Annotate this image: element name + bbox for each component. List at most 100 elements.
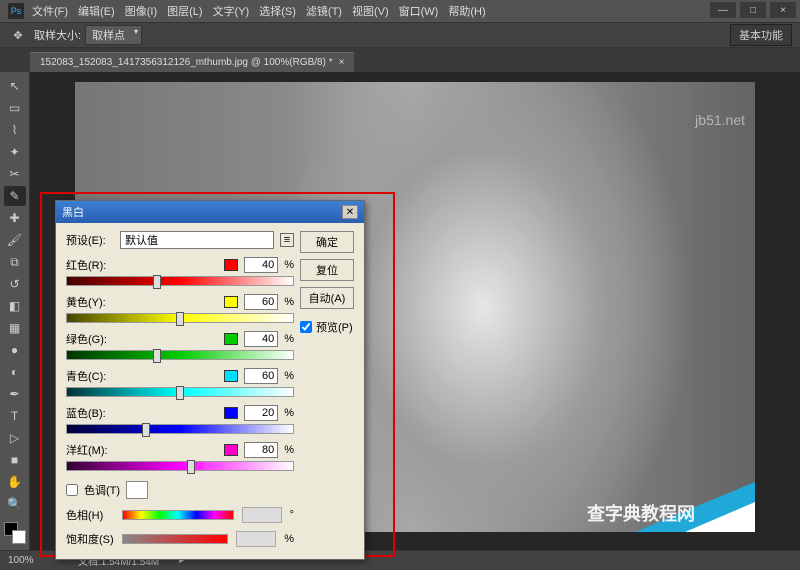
hue-slider[interactable]	[122, 510, 234, 520]
color-label: 蓝色(B):	[66, 405, 106, 421]
dialog-titlebar[interactable]: 黑白 ✕	[56, 201, 364, 223]
tint-checkbox[interactable]	[66, 484, 78, 496]
document-tabbar: 152083_152083_1417356312126_mthumb.jpg @…	[0, 48, 800, 72]
marquee-tool-icon[interactable]: ▭	[4, 98, 26, 118]
color-slider[interactable]	[66, 387, 294, 397]
color-swatch[interactable]	[224, 444, 238, 456]
color-swatch[interactable]	[224, 370, 238, 382]
percent-label: %	[284, 333, 294, 345]
auto-button[interactable]: 自动(A)	[300, 287, 354, 309]
gradient-tool-icon[interactable]: ▦	[4, 318, 26, 338]
slider-thumb[interactable]	[142, 423, 150, 437]
menu-item[interactable]: 图像(I)	[125, 3, 157, 19]
move-tool-icon[interactable]: ↖	[4, 76, 26, 96]
preset-label: 预设(E):	[66, 232, 114, 248]
color-value-input[interactable]	[244, 294, 278, 310]
watermark-small: jb51.net	[695, 112, 745, 128]
color-swatch[interactable]	[224, 296, 238, 308]
color-row: 黄色(Y): %	[66, 294, 294, 323]
percent-label: %	[284, 444, 294, 456]
tab-close-icon[interactable]: ×	[339, 57, 345, 68]
dialog-close-icon[interactable]: ✕	[342, 205, 358, 219]
blur-tool-icon[interactable]: ●	[4, 340, 26, 360]
menu-item[interactable]: 选择(S)	[259, 3, 296, 19]
color-slider[interactable]	[66, 350, 294, 360]
zoom-tool-icon[interactable]: 🔍	[4, 494, 26, 514]
hand-tool-icon[interactable]: ✋	[4, 472, 26, 492]
slider-thumb[interactable]	[153, 349, 161, 363]
color-slider[interactable]	[66, 461, 294, 471]
color-value-input[interactable]	[244, 257, 278, 273]
menu-item[interactable]: 滤镜(T)	[306, 3, 342, 19]
background-color[interactable]	[12, 530, 26, 544]
close-button[interactable]: ×	[770, 2, 796, 18]
color-value-input[interactable]	[244, 331, 278, 347]
slider-thumb[interactable]	[176, 312, 184, 326]
heal-tool-icon[interactable]: ✚	[4, 208, 26, 228]
percent-label: %	[284, 296, 294, 308]
menu-item[interactable]: 窗口(W)	[399, 3, 439, 19]
preset-dropdown[interactable]	[120, 231, 274, 249]
preview-checkbox[interactable]	[300, 321, 312, 333]
color-value-input[interactable]	[244, 405, 278, 421]
ok-button[interactable]: 确定	[300, 231, 354, 253]
menu-items: 文件(F) 编辑(E) 图像(I) 图层(L) 文字(Y) 选择(S) 滤镜(T) 视图(V)…	[32, 3, 496, 19]
tint-color-swatch[interactable]	[126, 481, 148, 499]
history-brush-icon[interactable]: ↺	[4, 274, 26, 294]
color-slider[interactable]	[66, 276, 294, 286]
shape-tool-icon[interactable]: ■	[4, 450, 26, 470]
color-row: 蓝色(B): %	[66, 405, 294, 434]
crop-tool-icon[interactable]: ✂	[4, 164, 26, 184]
slider-thumb[interactable]	[187, 460, 195, 474]
app-logo: Ps	[8, 3, 24, 19]
color-slider[interactable]	[66, 424, 294, 434]
hue-value[interactable]	[242, 507, 282, 523]
color-swatch[interactable]	[224, 333, 238, 345]
eraser-tool-icon[interactable]: ◧	[4, 296, 26, 316]
reset-button[interactable]: 复位	[300, 259, 354, 281]
zoom-level[interactable]: 100%	[8, 555, 58, 566]
color-row: 绿色(G): %	[66, 331, 294, 360]
minimize-button[interactable]: —	[710, 2, 736, 18]
tab-title: 152083_152083_1417356312126_mthumb.jpg @…	[40, 57, 333, 68]
menu-item[interactable]: 图层(L)	[167, 3, 202, 19]
brush-tool-icon[interactable]: 🖌	[4, 230, 26, 250]
color-swatch[interactable]	[224, 259, 238, 271]
sat-slider[interactable]	[122, 534, 228, 544]
type-tool-icon[interactable]: T	[4, 406, 26, 426]
slider-thumb[interactable]	[176, 386, 184, 400]
menu-item[interactable]: 编辑(E)	[78, 3, 115, 19]
color-value-input[interactable]	[244, 368, 278, 384]
sample-size-dropdown[interactable]: 取样点	[85, 25, 142, 45]
maximize-button[interactable]: □	[740, 2, 766, 18]
eyedropper-tool-icon[interactable]: ✎	[4, 186, 26, 206]
lasso-tool-icon[interactable]: ⌇	[4, 120, 26, 140]
path-tool-icon[interactable]: ▷	[4, 428, 26, 448]
percent-label: %	[284, 407, 294, 419]
workspace-switcher[interactable]: 基本功能	[730, 24, 792, 46]
wand-tool-icon[interactable]: ✦	[4, 142, 26, 162]
slider-thumb[interactable]	[153, 275, 161, 289]
sat-value[interactable]	[236, 531, 276, 547]
color-row: 红色(R): %	[66, 257, 294, 286]
menu-item[interactable]: 文字(Y)	[213, 3, 250, 19]
color-row: 青色(C): %	[66, 368, 294, 397]
dodge-tool-icon[interactable]: ◐	[4, 362, 26, 382]
color-label: 黄色(Y):	[66, 294, 106, 310]
color-swatch[interactable]	[224, 407, 238, 419]
dialog-title: 黑白	[62, 204, 84, 220]
corner-decoration-2	[685, 502, 755, 532]
preset-menu-icon[interactable]: ≡	[280, 233, 294, 247]
menu-item[interactable]: 视图(V)	[352, 3, 389, 19]
eyedropper-icon[interactable]: ✥	[8, 25, 28, 45]
percent-label: %	[284, 259, 294, 271]
menu-item[interactable]: 帮助(H)	[448, 3, 485, 19]
stamp-tool-icon[interactable]: ⧉	[4, 252, 26, 272]
hue-label: 色相(H)	[66, 507, 114, 523]
color-slider[interactable]	[66, 313, 294, 323]
pen-tool-icon[interactable]: ✒	[4, 384, 26, 404]
color-swatches[interactable]	[4, 522, 26, 544]
menu-item[interactable]: 文件(F)	[32, 3, 68, 19]
document-tab[interactable]: 152083_152083_1417356312126_mthumb.jpg @…	[30, 52, 354, 72]
color-value-input[interactable]	[244, 442, 278, 458]
